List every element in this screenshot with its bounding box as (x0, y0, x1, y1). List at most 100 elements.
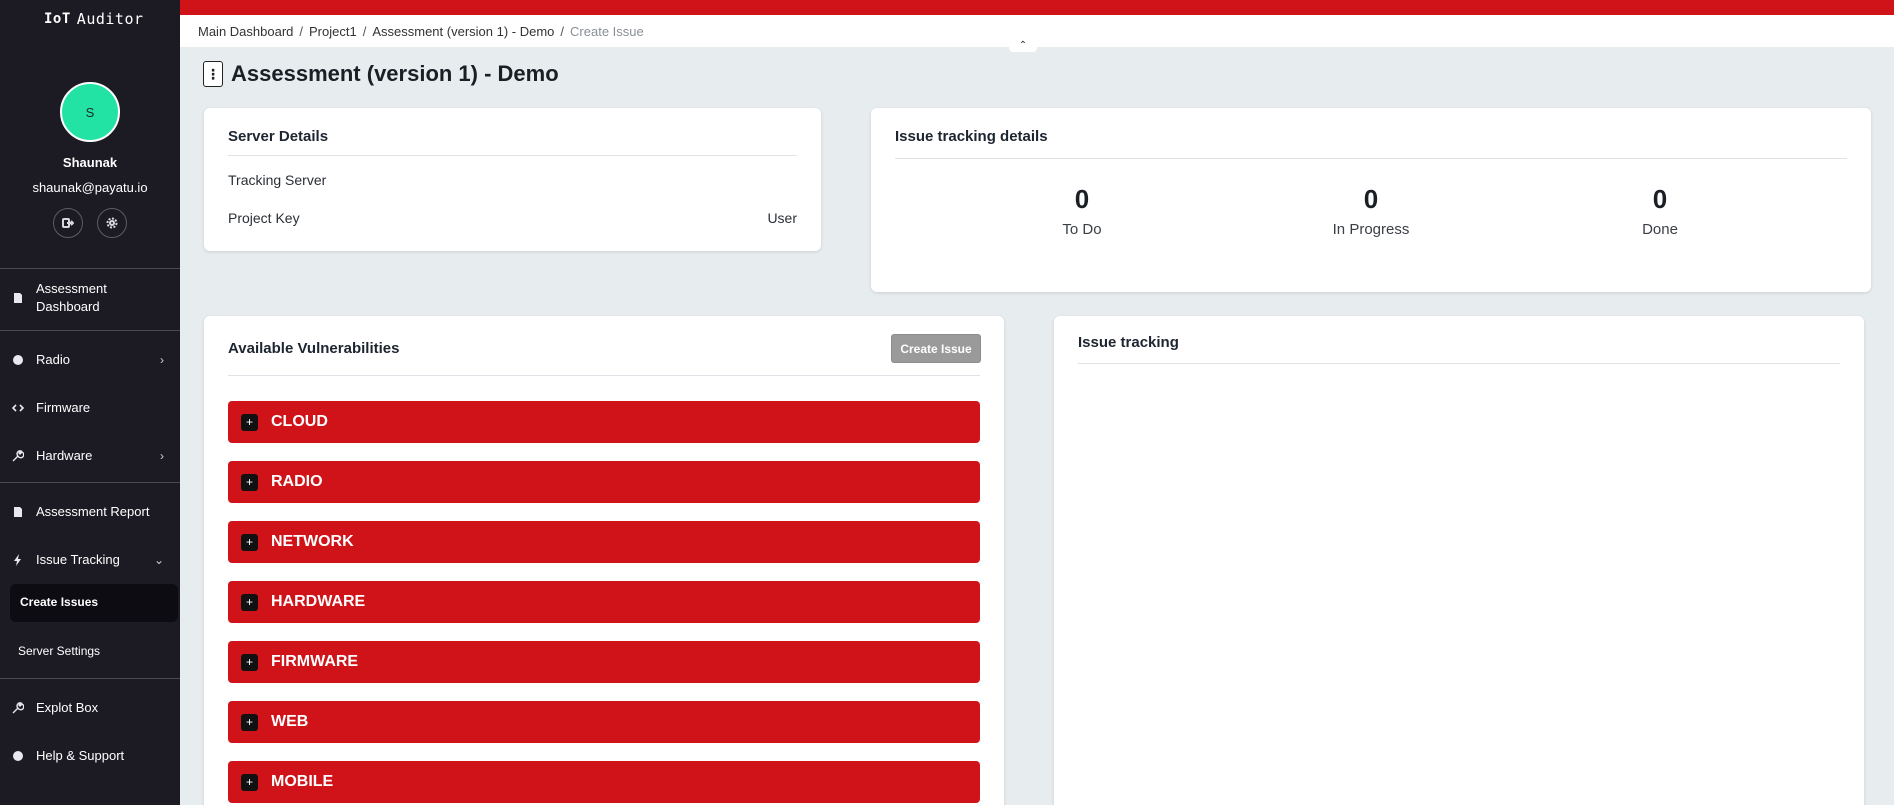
vulnerability-category-mobile[interactable]: + MOBILE (228, 761, 980, 803)
user-name: Shaunak (62, 155, 118, 170)
sidebar-divider (0, 268, 180, 269)
project-key-value: User (767, 210, 797, 226)
breadcrumb-item[interactable]: Project1 (309, 24, 357, 39)
vulnerability-category-radio[interactable]: + RADIO (228, 461, 980, 503)
document-icon (11, 291, 25, 305)
sidebar-item-help-support[interactable]: Help & Support (0, 746, 180, 766)
code-icon (11, 401, 25, 415)
stat-value: 0 (1652, 184, 1668, 214)
card-title: Available Vulnerabilities (228, 340, 400, 357)
sidebar-item-label: Firmware (36, 400, 91, 415)
settings-button[interactable] (97, 208, 127, 238)
category-label: MOBILE (271, 773, 334, 790)
project-key-label: Project Key (228, 210, 300, 226)
sidebar-item-label: Assessment Report (36, 504, 150, 519)
plus-icon: + (241, 653, 258, 671)
sidebar-item-label: Issue Tracking (36, 552, 120, 567)
user-email: shaunak@payatu.io (32, 180, 148, 195)
sidebar-item-exploit-box[interactable]: Explot Box (0, 698, 180, 718)
top-bar (180, 0, 1894, 15)
tracking-server-label: Tracking Server (228, 172, 327, 188)
card-divider (228, 375, 980, 376)
logout-icon (62, 218, 74, 228)
sidebar-item-firmware[interactable]: Firmware (0, 398, 180, 418)
sidebar-divider (0, 330, 180, 331)
plus-icon: + (241, 533, 258, 551)
app-name: Auditor (76, 10, 144, 28)
category-label: NETWORK (271, 533, 354, 550)
category-label: CLOUD (271, 413, 328, 430)
sidebar-item-label: Hardware (36, 448, 93, 463)
vulnerability-category-web[interactable]: + WEB (228, 701, 980, 743)
stat-to-do: 0 To Do (1007, 184, 1157, 238)
card-title: Issue tracking details (895, 128, 1048, 145)
chevron-right-icon: › (160, 449, 164, 463)
breadcrumb-current: Create Issue (570, 23, 644, 39)
sidebar-item-radio[interactable]: Radio › (0, 350, 180, 370)
sidebar-subitem-create-issues[interactable]: Create Issues (20, 595, 98, 609)
avatar[interactable]: S (60, 82, 120, 142)
plus-icon: + (241, 593, 258, 611)
sidebar-item-issue-tracking[interactable]: Issue Tracking ⌄ (0, 550, 180, 570)
bolt-icon (11, 553, 25, 567)
sidebar-item-label: Help & Support (36, 748, 125, 763)
issue-tracking-details-card: Issue tracking details 0 To Do 0 In Prog… (871, 108, 1871, 292)
sidebar-item-hardware[interactable]: Hardware › (0, 446, 180, 466)
logout-button[interactable] (53, 208, 83, 238)
stat-value: 0 (1074, 184, 1090, 214)
bluetooth-icon (11, 353, 25, 367)
sidebar-divider (0, 482, 180, 483)
chevron-down-icon: ⌄ (153, 553, 164, 567)
wrench-icon (11, 449, 25, 463)
stat-in-progress: 0 In Progress (1296, 184, 1446, 238)
breadcrumb-separator: / (299, 23, 304, 39)
sidebar: IoT Auditor S Shaunak shaunak@payatu.io … (0, 0, 180, 805)
breadcrumb-item[interactable]: Main Dashboard (198, 24, 293, 39)
gear-icon (106, 217, 118, 229)
vulnerability-category-hardware[interactable]: + HARDWARE (228, 581, 980, 623)
stat-label: To Do (1062, 221, 1102, 238)
category-label: RADIO (271, 473, 323, 490)
vulnerability-category-cloud[interactable]: + CLOUD (228, 401, 980, 443)
create-issue-button[interactable]: Create Issue (891, 334, 981, 363)
user-actions (53, 208, 127, 238)
stat-done: 0 Done (1585, 184, 1735, 238)
server-details-card: Server Details Tracking Server Project K… (204, 108, 821, 251)
vulnerability-category-firmware[interactable]: + FIRMWARE (228, 641, 980, 683)
sidebar-subitem-server-settings[interactable]: Server Settings (18, 644, 100, 658)
card-title: Server Details (228, 128, 329, 145)
card-divider (1078, 363, 1840, 364)
plus-icon: + (241, 773, 258, 791)
plus-icon: + (241, 473, 258, 491)
vulnerability-category-network[interactable]: + NETWORK (228, 521, 980, 563)
report-icon (11, 505, 25, 519)
stat-label: In Progress (1332, 221, 1410, 238)
card-divider (895, 158, 1847, 159)
breadcrumb-item[interactable]: Assessment (version 1) - Demo (372, 24, 554, 39)
stat-label: Done (1642, 221, 1678, 238)
page-menu-button[interactable]: ⋮ (203, 61, 223, 87)
breadcrumb-separator: / (560, 23, 565, 39)
sidebar-item-label: Radio (36, 352, 70, 367)
plus-icon: + (241, 413, 258, 431)
sidebar-divider (0, 678, 180, 679)
page-title-row: ⋮ Assessment (version 1) - Demo (203, 61, 559, 87)
app-logo[interactable]: IoT Auditor (44, 10, 144, 28)
breadcrumb: Main Dashboard / Project1 / Assessment (… (180, 15, 1894, 47)
breadcrumb-separator: / (362, 23, 367, 39)
wrench-icon (11, 701, 25, 715)
collapse-header-button[interactable]: ⌃ (1009, 41, 1037, 52)
page-title: Assessment (version 1) - Demo (231, 61, 559, 86)
category-label: FIRMWARE (271, 653, 359, 670)
issue-tracking-card: Issue tracking (1054, 316, 1864, 805)
card-divider (228, 155, 797, 156)
card-title: Issue tracking (1078, 334, 1179, 351)
category-label: HARDWARE (271, 593, 366, 610)
logo-mark: IoT (44, 11, 71, 27)
category-label: WEB (271, 713, 309, 730)
chevron-right-icon: › (160, 353, 164, 367)
sidebar-item-assessment-report[interactable]: Assessment Report (0, 502, 180, 522)
sidebar-item-assessment-dashboard[interactable]: Assessment Dashboard (0, 278, 180, 318)
sidebar-item-label: Assessment Dashboard (36, 281, 107, 314)
sidebar-item-label: Explot Box (36, 700, 99, 715)
